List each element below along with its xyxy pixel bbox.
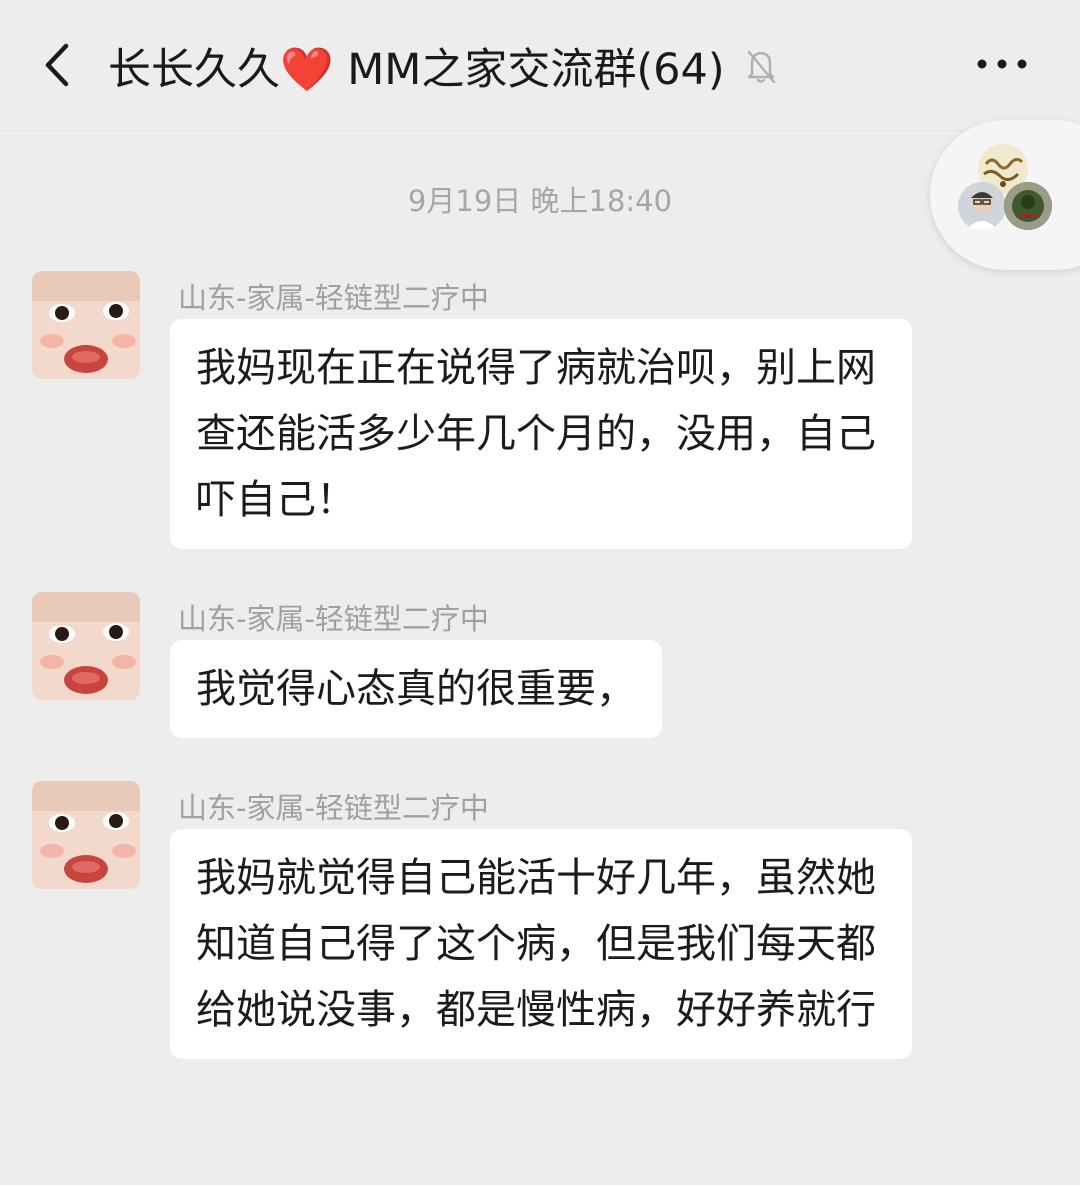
message-bubble[interactable]: 我觉得心态真的很重要，	[170, 640, 662, 738]
avatar[interactable]	[32, 271, 140, 379]
avatar[interactable]	[32, 592, 140, 700]
sender-name: 山东-家属-轻链型二疗中	[178, 281, 489, 315]
chat-title: 长长久久❤️ MM之家交流群(64)	[108, 45, 725, 95]
message-bubble[interactable]: 我妈现在正在说得了病就治呗，别上网查还能活多少年几个月的，没用，自己吓自己！	[170, 319, 912, 549]
message-timestamp: 9月19日 晚上18:40	[407, 184, 673, 218]
chat-title-row[interactable]: 长长久久❤️ MM之家交流群(64)	[108, 34, 779, 98]
chevron-left-icon[interactable]	[38, 40, 78, 90]
bell-off-icon	[747, 50, 775, 84]
avatar[interactable]	[32, 781, 140, 889]
chat-screen: 长长久久❤️ MM之家交流群(64) 9月19日 晚上18:40 山东-家属-轻…	[0, 0, 1080, 1185]
message-bubble[interactable]: 我妈就觉得自己能活十好几年，虽然她知道自己得了这个病，但是我们每天都给她说没事，…	[170, 829, 912, 1059]
sender-name: 山东-家属-轻链型二疗中	[178, 602, 489, 636]
chat-header: 长长久久❤️ MM之家交流群(64)	[0, 0, 1080, 131]
sender-name: 山东-家属-轻链型二疗中	[178, 791, 489, 825]
more-dots-icon[interactable]	[974, 52, 1030, 76]
